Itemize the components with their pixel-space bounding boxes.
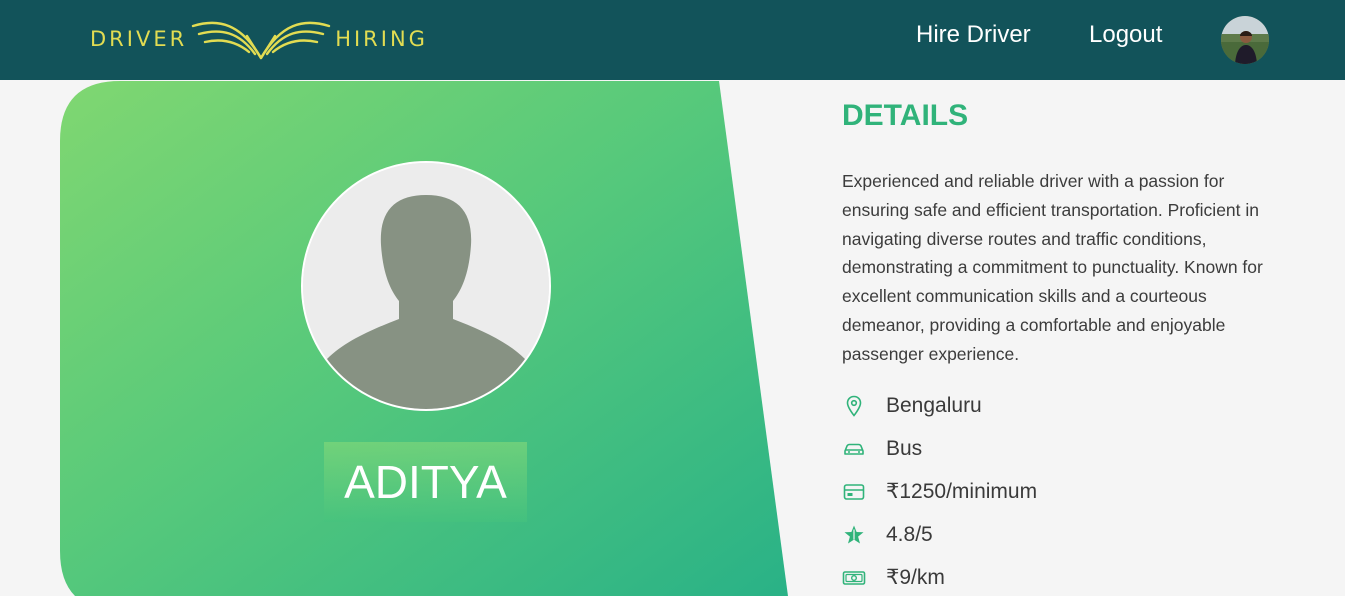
brand-left-text: DRIVER [90, 26, 188, 51]
navbar: DRIVER HIRING Hire Driver Logout [0, 0, 1345, 80]
hire-driver-link[interactable]: Hire Driver [916, 20, 1031, 50]
driver-name: ADITYA [344, 456, 507, 508]
logout-link[interactable]: Logout [1089, 20, 1162, 50]
per-km-value: ₹9/km [886, 566, 945, 589]
star-icon [844, 525, 864, 544]
rate-row: ₹1250/minimum [842, 477, 1037, 507]
details-heading: DETAILS [842, 99, 969, 132]
brand-right-text: HIRING [335, 26, 428, 51]
rating-value: 4.8/5 [886, 523, 933, 546]
profile-card: ADITYA [60, 81, 790, 596]
avatar-photo [1221, 16, 1269, 64]
car-icon [844, 443, 864, 455]
location-value: Bengaluru [886, 394, 982, 417]
brand-logo[interactable]: DRIVER HIRING [90, 14, 428, 64]
vehicle-row: Bus [842, 434, 922, 464]
profile-photo [301, 161, 551, 411]
rate-value: ₹1250/minimum [886, 480, 1038, 503]
credit-card-icon [843, 484, 865, 500]
driver-name-box: ADITYA [324, 442, 527, 522]
per-km-row: ₹9/km [842, 563, 945, 593]
default-user-icon [303, 163, 549, 409]
rating-row: 4.8/5 [842, 520, 933, 550]
map-pin-icon [846, 395, 862, 417]
wings-logo-icon [191, 21, 331, 60]
driver-description: Experienced and reliable driver with a p… [842, 171, 1263, 364]
user-avatar[interactable] [1221, 16, 1269, 64]
vehicle-value: Bus [886, 437, 923, 460]
money-icon [842, 571, 866, 585]
location-row: Bengaluru [842, 391, 982, 421]
